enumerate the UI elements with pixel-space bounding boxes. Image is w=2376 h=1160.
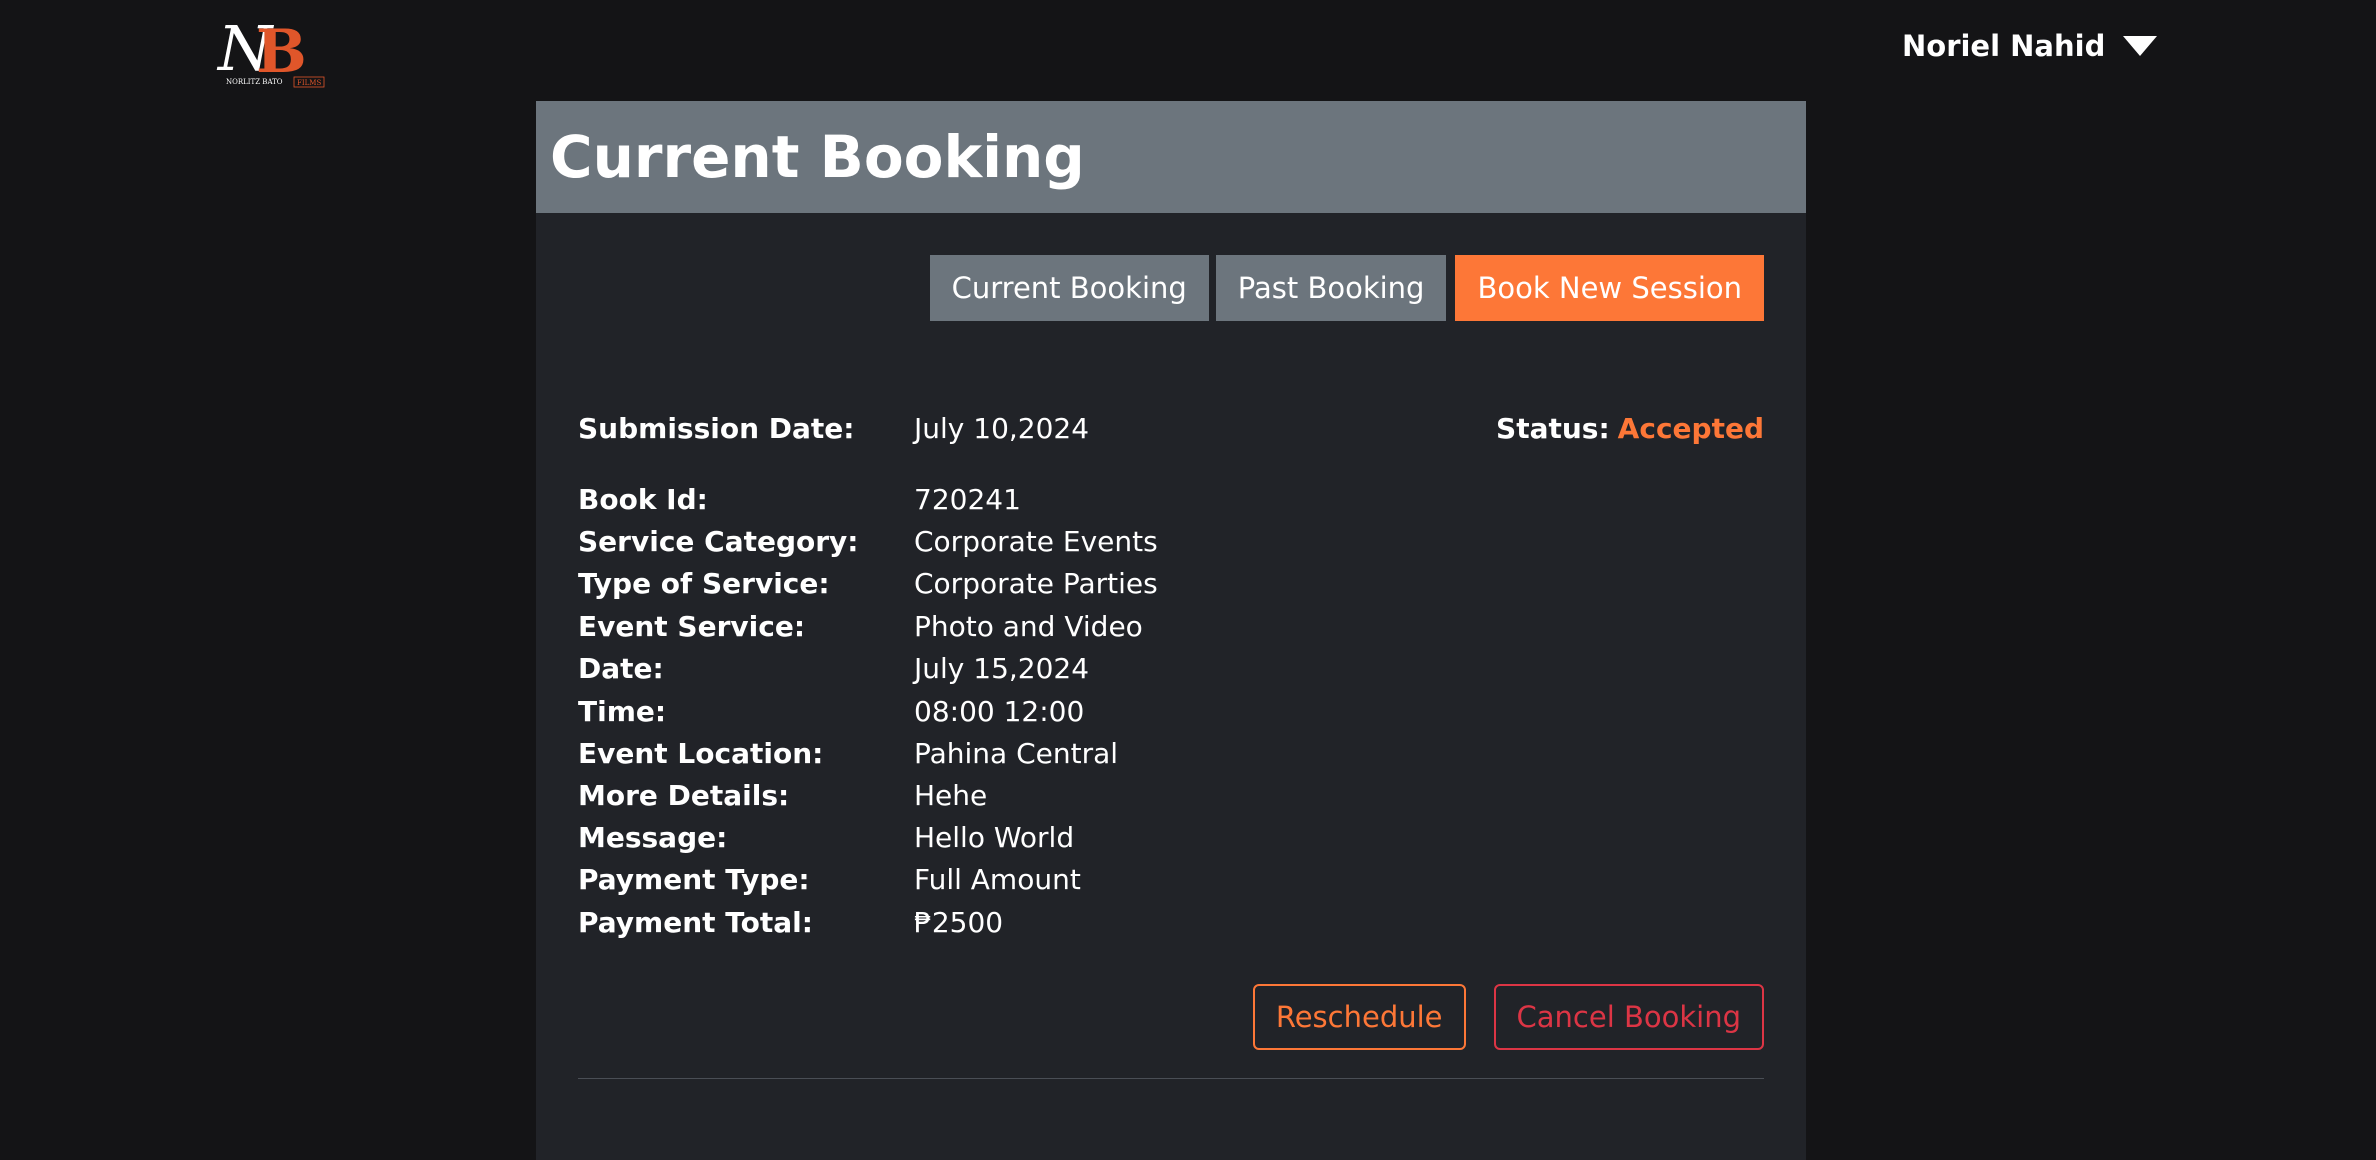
svg-text:B: B [256,17,307,87]
divider [578,1078,1764,1079]
status-badge: Status: Accepted [1496,407,1764,449]
detail-row-payment-total: Payment Total: ₱2500 [578,901,1003,943]
detail-value: 720241 [914,482,1021,516]
detail-label: Service Category: [578,524,859,558]
detail-value: Hello World [914,820,1075,854]
book-new-session-button[interactable]: Book New Session [1455,255,1764,321]
detail-row-book-id: Book Id: 720241 [578,478,1021,520]
tab-current-booking[interactable]: Current Booking [929,255,1209,321]
booking-card: Current Booking Current Booking Past Boo… [536,101,1806,1160]
detail-row-payment-type: Payment Type: Full Amount [578,858,1081,900]
detail-label: Date: [578,651,664,685]
detail-row-date: Date: July 15,2024 [578,647,1089,689]
booking-actions: Reschedule Cancel Booking [1252,984,1764,1050]
logo-text-right: FILMS [297,79,321,87]
detail-row-time: Time: 08:00 12:00 [578,690,1084,732]
detail-value: 08:00 12:00 [914,694,1085,728]
detail-label: Type of Service: [578,566,830,600]
detail-label: Payment Type: [578,862,810,896]
booking-tabs: Current Booking Past Booking Book New Se… [929,255,1764,321]
detail-value: Pahina Central [914,736,1119,770]
detail-label: More Details: [578,778,790,812]
detail-label: Time: [578,694,667,728]
logo-text-left: NORLITZ BATO [226,78,283,86]
detail-label: Book Id: [578,482,708,516]
detail-row-message: Message: Hello World [578,816,1074,858]
status-value: Accepted [1617,411,1764,445]
submission-date-value: July 10,2024 [914,411,1090,445]
detail-label: Payment Total: [578,905,813,939]
page-title: Current Booking [550,123,1085,191]
detail-value: Full Amount [914,862,1081,896]
cancel-booking-button[interactable]: Cancel Booking [1493,984,1764,1050]
detail-label: Event Service: [578,609,806,643]
tab-past-booking[interactable]: Past Booking [1215,255,1447,321]
submission-date-label: Submission Date: [578,411,855,445]
user-menu[interactable]: Noriel Nahid [1902,22,2158,70]
detail-value: Hehe [914,778,988,812]
brand-logo[interactable]: N B NORLITZ BATO FILMS [216,12,332,92]
detail-row-event-location: Event Location: Pahina Central [578,732,1118,774]
detail-value: Corporate Parties [914,566,1158,600]
detail-row-event-service: Event Service: Photo and Video [578,605,1143,647]
logo-icon: N B NORLITZ BATO FILMS [216,12,325,88]
detail-label: Event Location: [578,736,824,770]
top-navbar: N B NORLITZ BATO FILMS Noriel Nahid [0,0,2376,100]
detail-label: Message: [578,820,728,854]
detail-row-type-of-service: Type of Service: Corporate Parties [578,562,1158,604]
status-label: Status: [1496,411,1610,445]
submission-date-row: Submission Date: July 10,2024 [578,407,1089,449]
detail-row-more-details: More Details: Hehe [578,774,987,816]
detail-value: ₱2500 [914,905,1004,939]
detail-value: July 15,2024 [914,651,1090,685]
card-header: Current Booking [536,101,1806,213]
detail-value: Corporate Events [914,524,1158,558]
detail-row-service-category: Service Category: Corporate Events [578,520,1158,562]
reschedule-button[interactable]: Reschedule [1252,984,1466,1050]
caret-down-icon[interactable] [2123,36,2158,56]
detail-value: Photo and Video [914,609,1143,643]
user-name: Noriel Nahid [1902,29,2106,63]
